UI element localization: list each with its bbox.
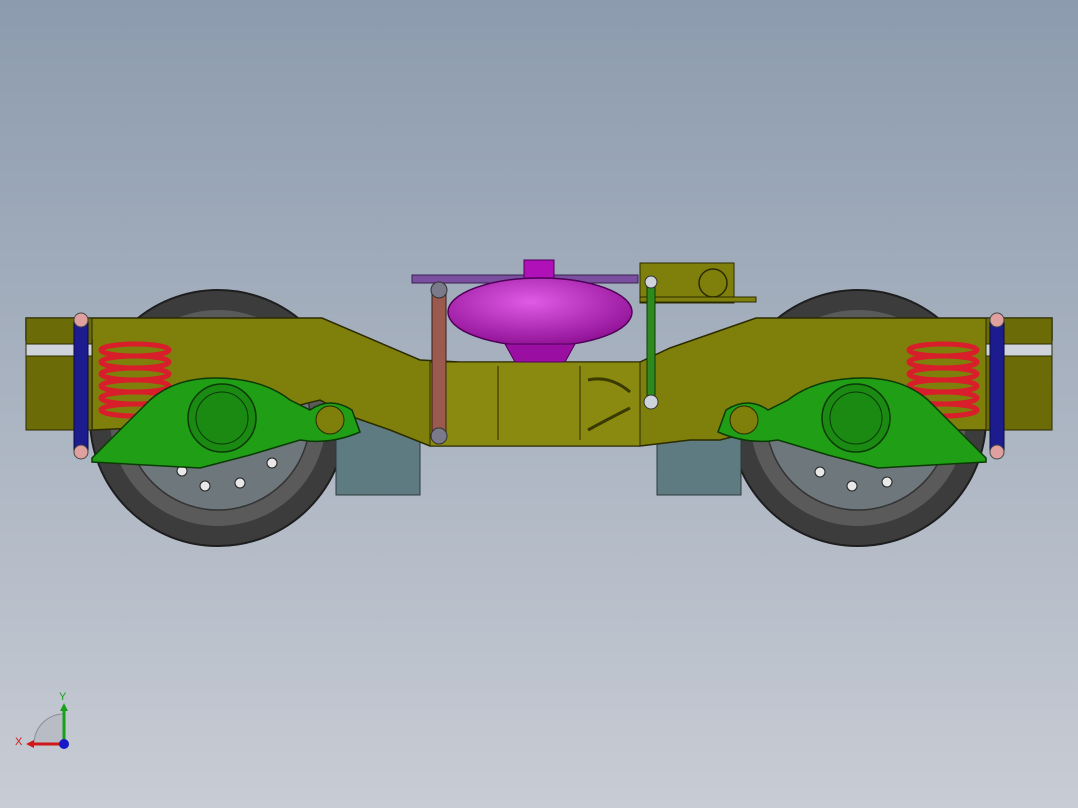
traction-rod[interactable] bbox=[430, 281, 448, 445]
x-axis-label: X bbox=[15, 736, 23, 748]
damper-right[interactable] bbox=[989, 312, 1005, 460]
y-axis-label: Y bbox=[59, 691, 67, 703]
cad-viewport[interactable]: X Y bbox=[0, 0, 1078, 808]
bogie-model-view[interactable]: X Y bbox=[0, 0, 1078, 808]
z-axis-dot bbox=[59, 739, 69, 749]
damper-left[interactable] bbox=[73, 312, 89, 460]
